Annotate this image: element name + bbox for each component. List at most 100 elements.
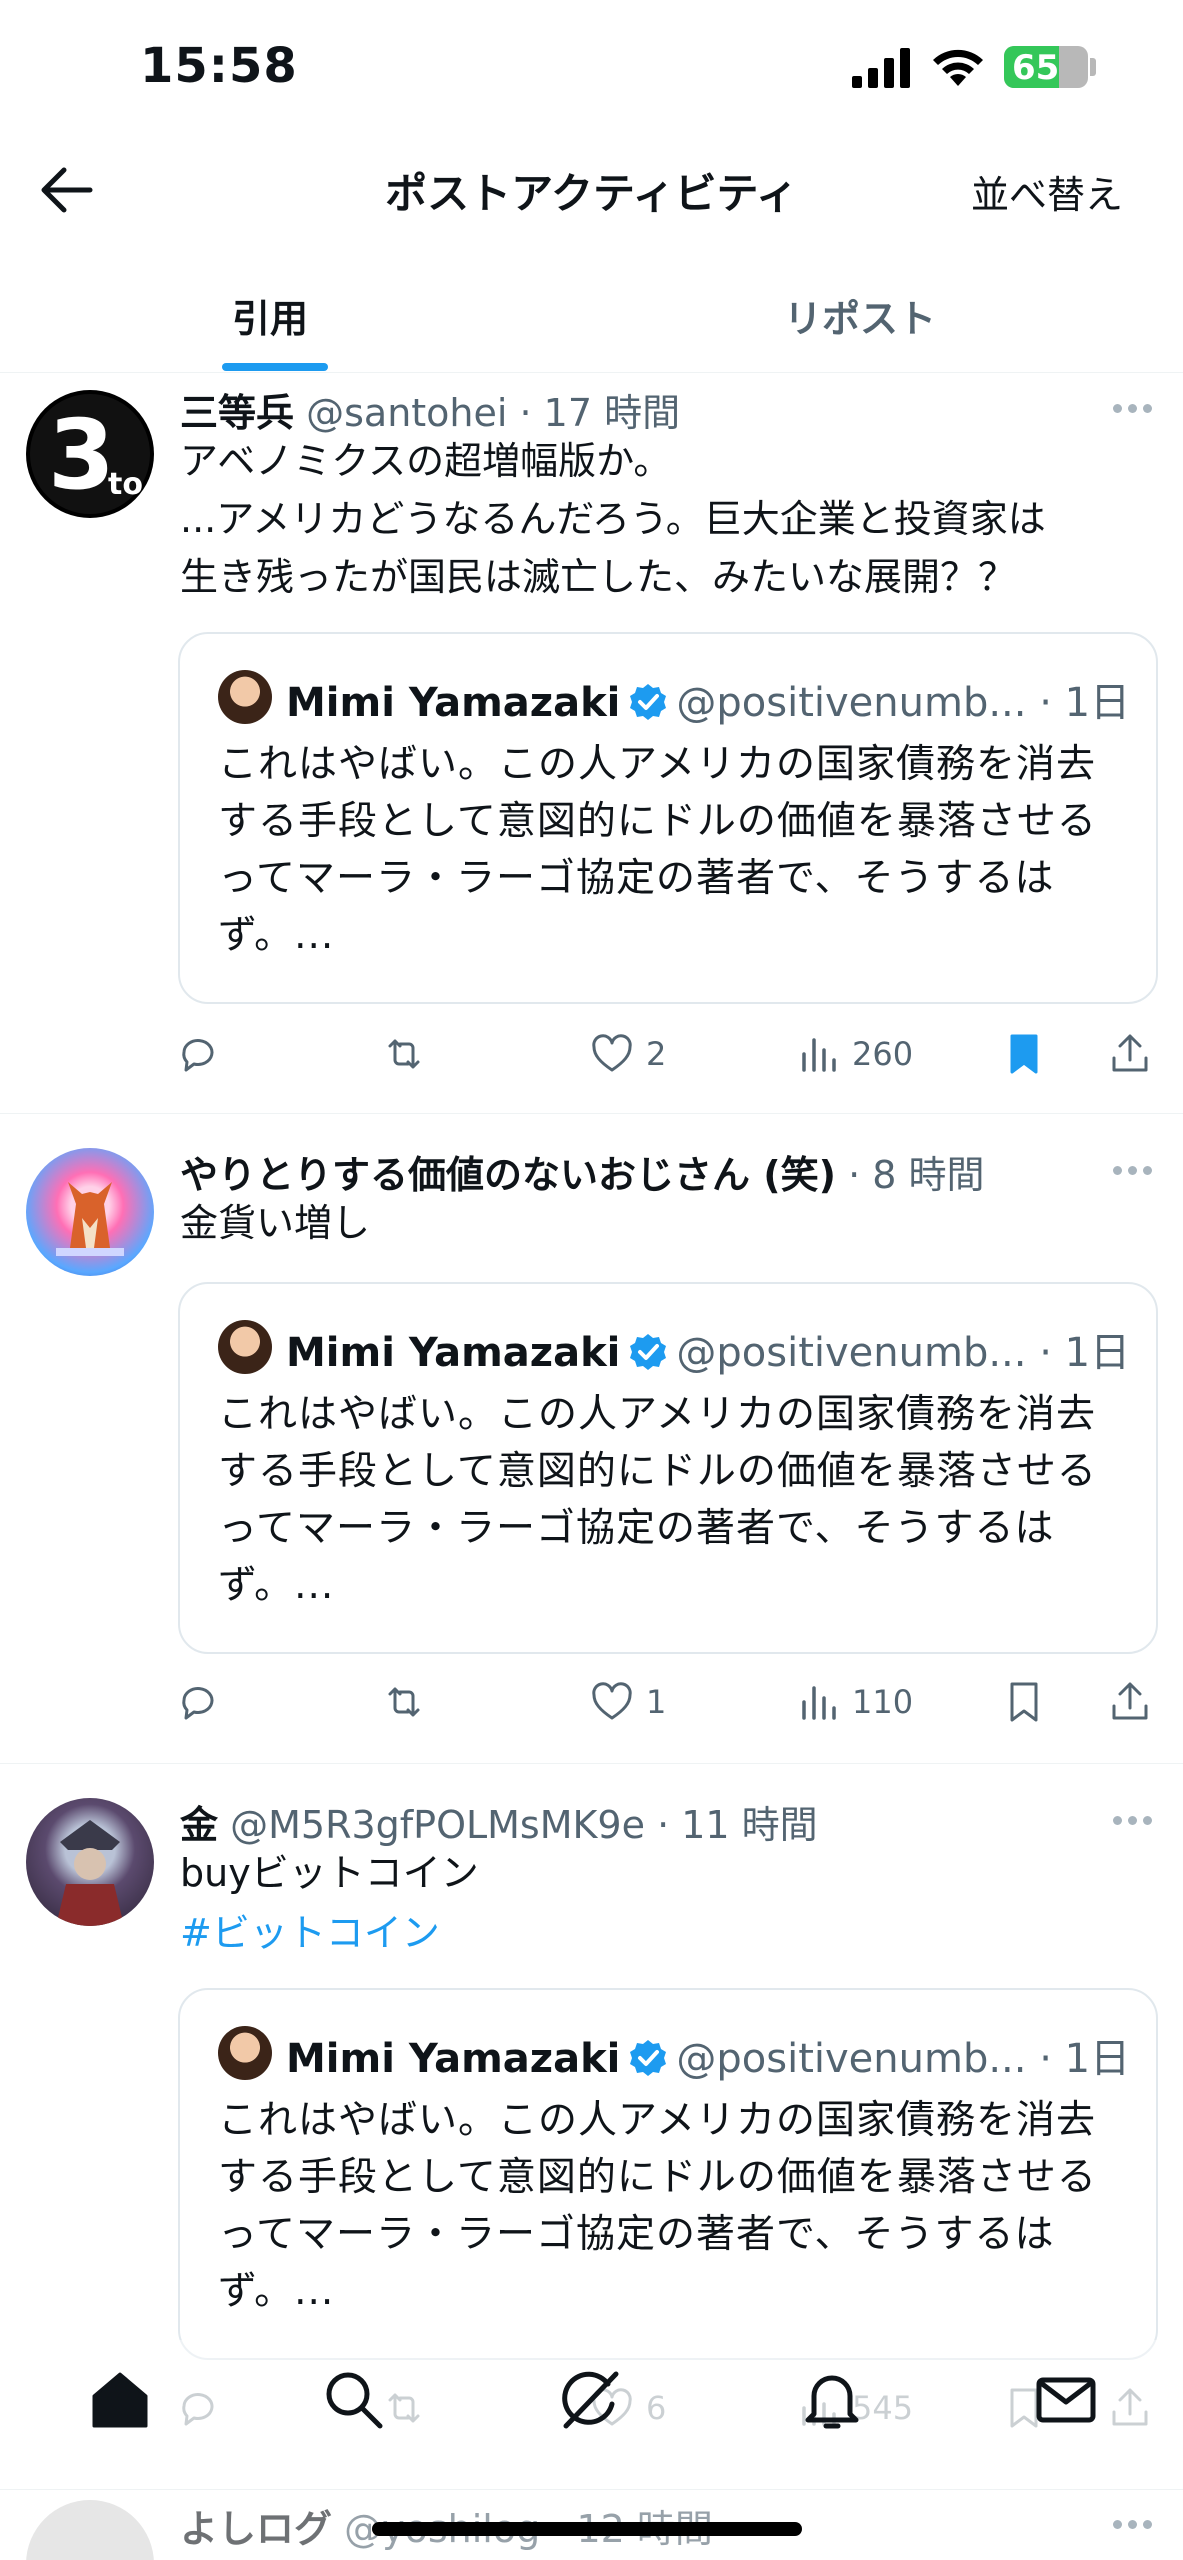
quoted-handle: @positivenumb...: [676, 1330, 1027, 1376]
quoted-text: これはやばい。この人アメリカの国家債務を消去する手段として意図的にドルの価値を暴…: [218, 742, 1097, 958]
quoted-avatar: [218, 2026, 272, 2080]
verified-icon: [630, 684, 667, 720]
post-text-line: 生き残ったが国民は滅亡した、みたいな展開？？: [180, 555, 1017, 599]
quoted-author-name: Mimi Yamazaki: [286, 2036, 621, 2082]
wifi-icon: [933, 49, 983, 86]
bookmark-button[interactable]: [1002, 1026, 1046, 1082]
quoted-handle: @positivenumb...: [676, 680, 1027, 726]
views-icon: [802, 1686, 836, 1720]
post-text: 金貨い増し: [180, 1194, 1127, 1252]
bookmark-icon: [1010, 1682, 1038, 1722]
header: ポストアクティビティ 並べ替え: [0, 140, 1183, 240]
repost-icon: [388, 1039, 420, 1069]
like-icon: [592, 1682, 632, 1720]
more-icon[interactable]: [1113, 2520, 1153, 2532]
messages-icon[interactable]: [1034, 2368, 1098, 2432]
hashtag-link[interactable]: #ビットコイン: [180, 1902, 440, 1957]
quoted-text: これはやばい。この人アメリカの国家債務を消去する手段として意図的にドルの価値を暴…: [218, 1392, 1097, 1608]
quoted-author-name: Mimi Yamazaki: [286, 1330, 621, 1376]
share-icon: [1112, 1034, 1148, 1072]
quoted-header: Mimi Yamazaki @positivenumb... · 1日: [286, 2026, 1130, 2084]
handle-time: @santohei · 17 時間: [306, 391, 681, 435]
quoted-separator: ·: [1026, 680, 1065, 726]
grok-icon[interactable]: [558, 2368, 622, 2432]
views-count: 260: [852, 1035, 914, 1073]
post-actions: 1 110: [0, 1674, 1183, 1734]
like-count: 1: [646, 1683, 667, 1721]
tab-quotes[interactable]: 引用: [232, 288, 308, 343]
post[interactable]: 3 to 三等兵 @santohei · 17 時間 アベノミクスの超増幅版か。…: [0, 374, 1183, 1114]
post-text-line: 金貨い増し: [180, 1201, 371, 1245]
quoted-post-card[interactable]: Mimi Yamazaki @positivenumb... · 1日 これはやば…: [178, 1988, 1158, 2360]
views-icon: [802, 1038, 836, 1072]
post-header: 三等兵 @santohei · 17 時間: [180, 382, 680, 437]
bottom-navigation: [0, 2340, 1183, 2460]
battery-level: 65: [1012, 48, 1060, 88]
verified-icon: [630, 2040, 667, 2076]
home-icon[interactable]: [88, 2368, 152, 2432]
notifications-icon[interactable]: [800, 2368, 864, 2432]
author-name[interactable]: 三等兵: [180, 391, 294, 435]
cellular-signal-icon: [852, 48, 910, 88]
handle-time: · 8 時間: [848, 1153, 985, 1197]
sort-button[interactable]: 並べ替え: [971, 164, 1123, 219]
quoted-time: 1日: [1064, 1330, 1131, 1376]
bookmark-icon: [1010, 1034, 1038, 1074]
samurai-avatar-icon: [56, 1820, 124, 1926]
bookmark-button[interactable]: [1002, 1674, 1046, 1730]
author-name[interactable]: やりとりする価値のないおじさん (笑): [180, 1153, 836, 1197]
more-icon[interactable]: [1113, 1816, 1153, 1828]
avatar[interactable]: [26, 1148, 154, 1276]
quoted-separator: ·: [1026, 1330, 1065, 1376]
like-count: 2: [646, 1035, 667, 1073]
active-tab-indicator: [222, 363, 328, 371]
tab-reposts[interactable]: リポスト: [784, 288, 936, 343]
fox-avatar-icon: [56, 1182, 124, 1256]
author-name[interactable]: よしログ: [180, 2507, 332, 2551]
avatar-logo-icon: 3 to: [30, 394, 150, 514]
more-icon[interactable]: [1113, 1166, 1153, 1178]
post-header: 金 @M5R3gfPOLMsMK9e · 11 時間: [180, 1794, 818, 1849]
share-button[interactable]: [1108, 1026, 1152, 1082]
author-name[interactable]: 金: [180, 1803, 218, 1847]
reply-icon: [182, 1039, 214, 1072]
post-text-line: アベノミクスの超増幅版か。: [180, 439, 672, 483]
quoted-header: Mimi Yamazaki @positivenumb... · 1日: [286, 1320, 1130, 1378]
status-bar: 15:58 65: [0, 0, 1183, 140]
quoted-handle: @positivenumb...: [676, 2036, 1027, 2082]
battery-icon: 65: [1004, 46, 1088, 88]
avatar[interactable]: [26, 1798, 154, 1926]
quoted-time: 1日: [1064, 680, 1131, 726]
reply-button[interactable]: [176, 1674, 220, 1730]
repost-button[interactable]: [382, 1674, 426, 1730]
avatar[interactable]: [26, 2500, 154, 2560]
svg-text:to: to: [108, 467, 143, 502]
post-text: buyビットコイン: [180, 1844, 1127, 1902]
post-header: やりとりする価値のないおじさん (笑) · 8 時間: [180, 1144, 984, 1199]
views-button[interactable]: 260: [796, 1026, 913, 1082]
quoted-avatar: [218, 1320, 272, 1374]
status-time: 15:58: [140, 38, 298, 94]
quoted-avatar: [218, 670, 272, 724]
home-indicator: [372, 2522, 802, 2536]
quoted-post-card[interactable]: Mimi Yamazaki @positivenumb... · 1日 これはやば…: [178, 1282, 1158, 1654]
post-text-line: ...アメリカどうなるんだろう。巨大企業と投資家は: [180, 497, 1046, 541]
views-button[interactable]: 110: [796, 1674, 913, 1730]
quoted-header: Mimi Yamazaki @positivenumb... · 1日: [286, 670, 1130, 728]
repost-button[interactable]: [382, 1026, 426, 1082]
like-icon: [592, 1034, 632, 1072]
quoted-post-card[interactable]: Mimi Yamazaki @positivenumb... · 1日 これはやば…: [178, 632, 1158, 1004]
post[interactable]: やりとりする価値のないおじさん (笑) · 8 時間 金貨い増し Mimi Ya…: [0, 1114, 1183, 1764]
search-icon[interactable]: [322, 2368, 386, 2432]
like-button[interactable]: 2: [590, 1026, 666, 1082]
battery-tip: [1090, 58, 1096, 76]
quoted-separator: ·: [1026, 2036, 1065, 2082]
quoted-text: これはやばい。この人アメリカの国家債務を消去する手段として意図的にドルの価値を暴…: [218, 2098, 1097, 2314]
like-button[interactable]: 1: [590, 1674, 666, 1730]
share-button[interactable]: [1108, 1674, 1152, 1730]
reply-button[interactable]: [176, 1026, 220, 1082]
verified-icon: [630, 1334, 667, 1370]
reply-icon: [182, 1687, 214, 1720]
avatar[interactable]: 3 to: [26, 390, 154, 518]
more-icon[interactable]: [1113, 404, 1153, 416]
